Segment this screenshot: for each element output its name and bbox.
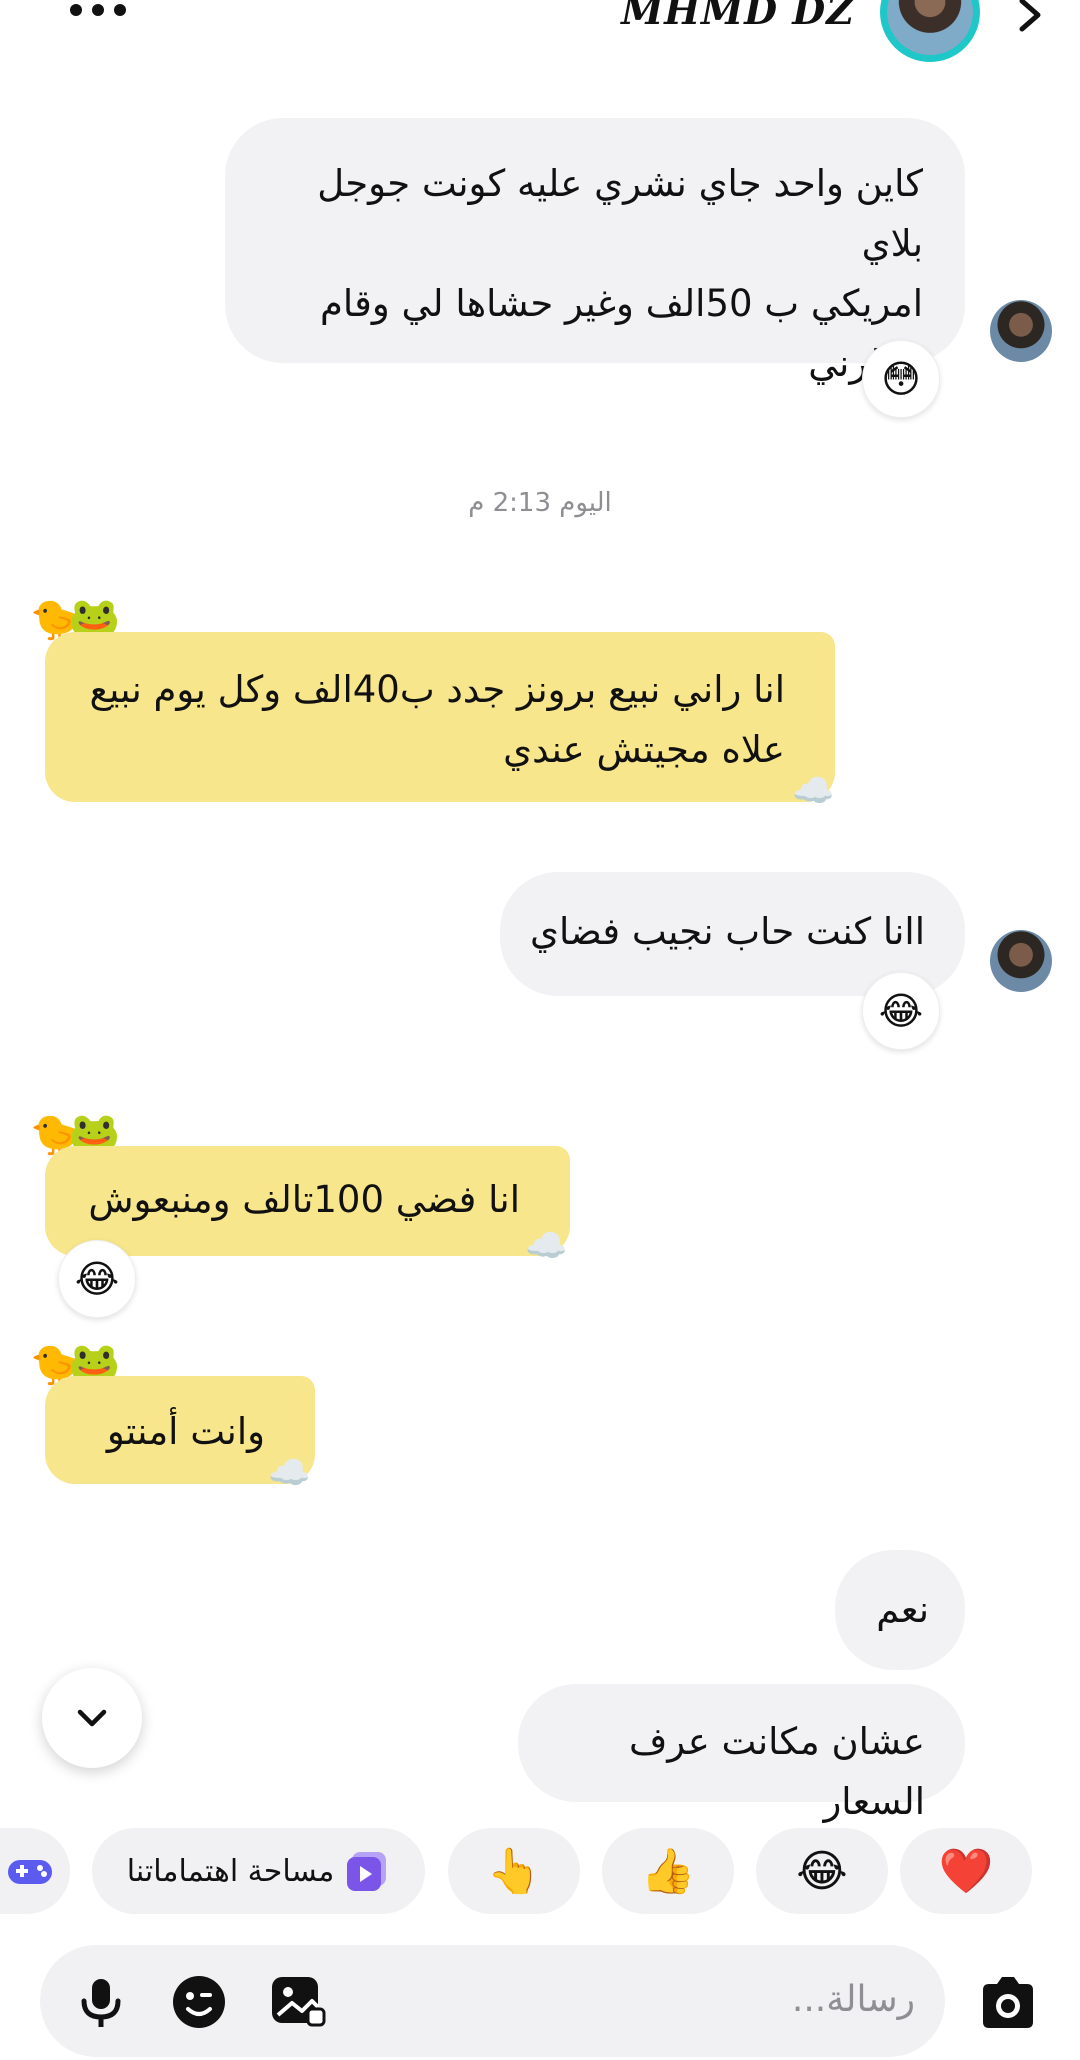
video-stack-icon (347, 1852, 387, 1891)
message-text: انا فضي 100تالف ومنبعوش (88, 1178, 520, 1221)
reaction-laughing-icon[interactable]: 😂 (862, 972, 940, 1050)
message-text: اانا كنت حاب نجيب فضاي (530, 910, 925, 953)
gallery-icon[interactable] (268, 1973, 326, 2031)
message-text: عشان مكانت عرف السعار (628, 1720, 925, 1823)
message-text: انا راني نبيع برونز جدد ب40الف وكل يوم ن… (89, 668, 785, 711)
quick-reaction-point-up[interactable]: 👆 (448, 1828, 580, 1914)
camera-button[interactable] (975, 1970, 1041, 2036)
message-text: علاه مجيتش عندي (503, 728, 785, 771)
games-chip[interactable] (0, 1828, 70, 1914)
message-timestamp: اليوم 2:13 م (468, 488, 612, 518)
message-text: حطرني (255, 334, 923, 394)
contact-name[interactable]: MHMD DZ (621, 0, 855, 33)
quick-reaction-laughing[interactable]: 😂 (756, 1828, 888, 1914)
message-bubble-received[interactable]: انا راني نبيع برونز جدد ب40الف وكل يوم ن… (45, 632, 835, 802)
more-options-button[interactable] (70, 0, 140, 30)
interests-chip-label: مساحة اهتماماتنا (126, 1853, 335, 1889)
message-composer (40, 1945, 945, 2057)
message-text: كاين واحد جاي نشري عليه كونت جوجل بلاي (317, 162, 923, 265)
camera-icon (983, 1977, 1033, 2028)
reaction-flushed-icon[interactable]: 😳 (862, 340, 940, 418)
message-bubble-sent[interactable]: كاين واحد جاي نشري عليه كونت جوجل بلاي ا… (225, 118, 965, 385)
message-text: نعم (876, 1588, 929, 1631)
cloud-sticker-icon: ☁️ (792, 771, 835, 811)
reaction-laughing-icon[interactable]: 😂 (58, 1240, 136, 1318)
sticker-icon[interactable] (170, 1973, 228, 2031)
message-input[interactable] (615, 1979, 915, 2020)
microphone-icon[interactable] (72, 1973, 130, 2031)
message-text: امريكي ب 50الف وغير حشاها لي وقام (319, 282, 923, 325)
scroll-to-bottom-button[interactable] (42, 1668, 142, 1768)
sender-avatar[interactable] (990, 300, 1052, 362)
cloud-sticker-icon: ☁️ (268, 1453, 311, 1493)
contact-avatar[interactable] (880, 0, 980, 62)
chevron-down-icon (77, 1709, 107, 1727)
quick-reaction-heart[interactable]: ❤️ (900, 1828, 1032, 1914)
interests-space-chip[interactable]: مساحة اهتماماتنا (92, 1828, 425, 1914)
message-bubble-sent[interactable]: عشان مكانت عرف السعار (518, 1684, 965, 1823)
quick-reaction-thumbs-up[interactable]: 👍 (602, 1828, 734, 1914)
cloud-sticker-icon: ☁️ (525, 1226, 568, 1266)
message-bubble-received[interactable]: انا فضي 100تالف ومنبعوش (45, 1146, 570, 1256)
sender-avatar[interactable] (990, 930, 1052, 992)
message-bubble-sent[interactable]: نعم (835, 1550, 965, 1670)
chevron-right-icon[interactable] (1010, 0, 1050, 35)
message-text: وانت أمنتو (106, 1410, 265, 1453)
game-controller-icon (8, 1860, 52, 1884)
